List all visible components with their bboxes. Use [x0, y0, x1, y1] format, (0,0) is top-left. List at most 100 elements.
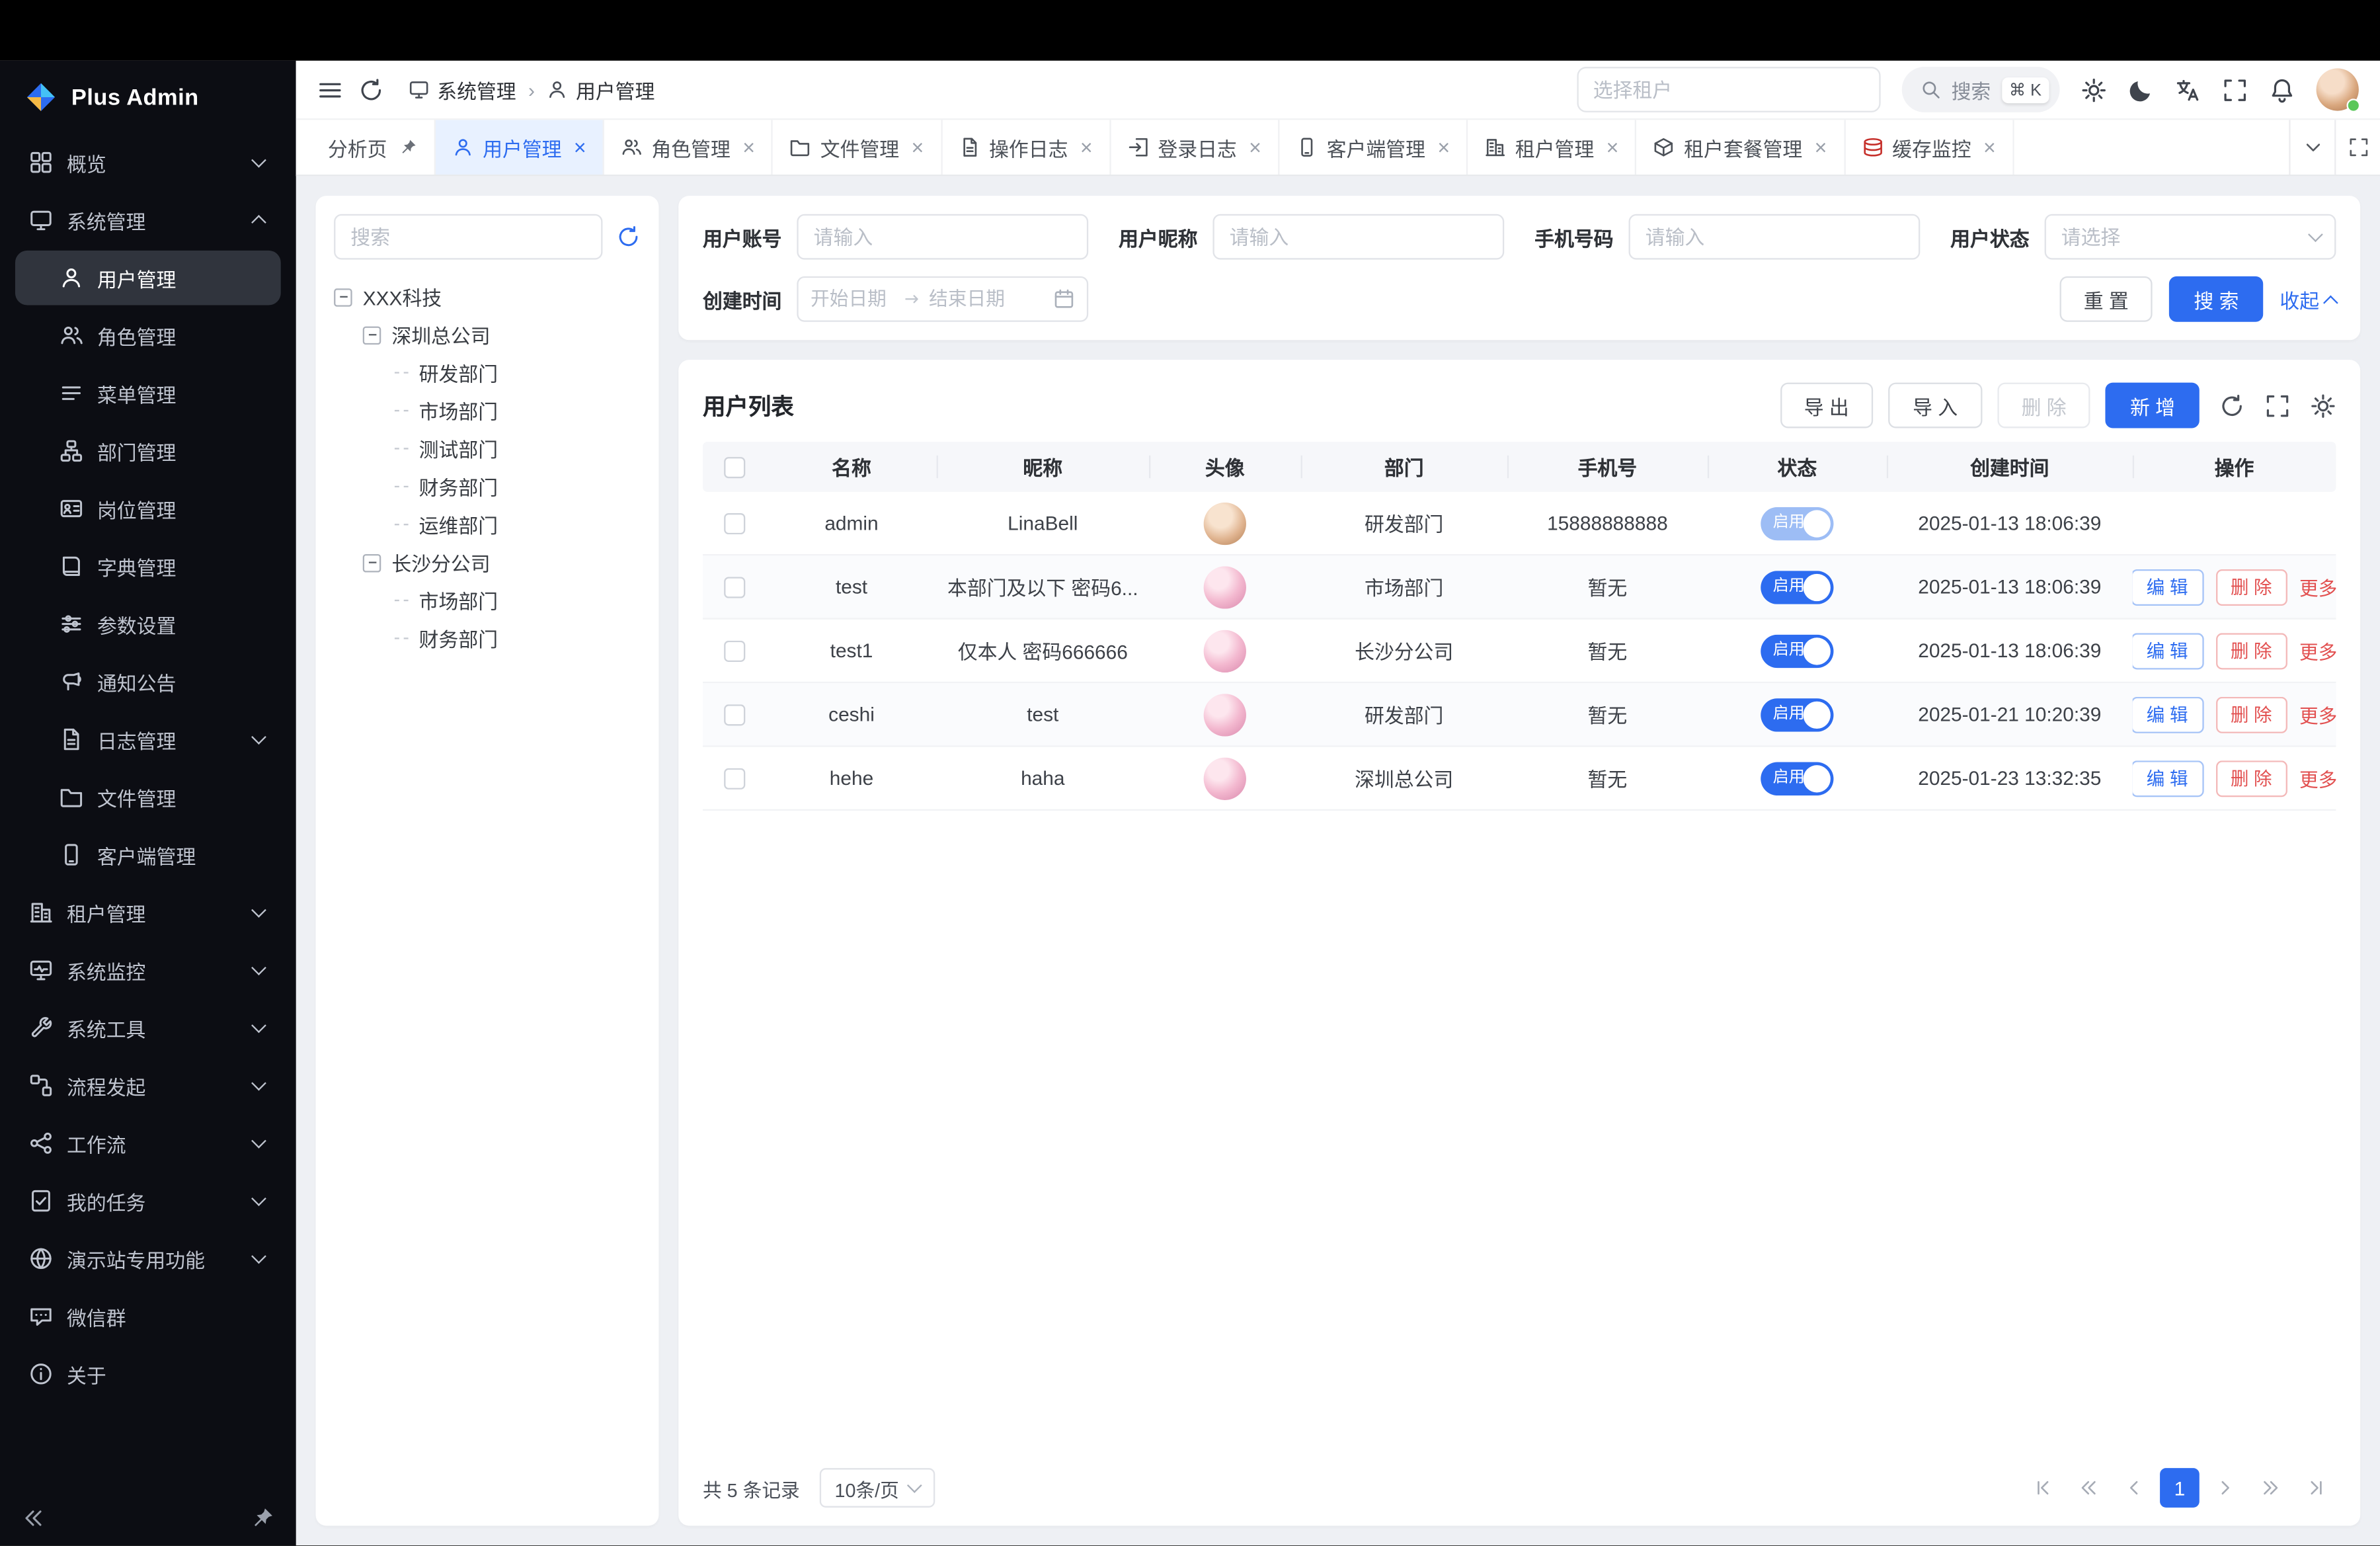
sidebar-item[interactable]: 我的任务	[15, 1174, 281, 1229]
tenant-select-input[interactable]	[1576, 67, 1880, 112]
settings-icon[interactable]	[2081, 77, 2107, 102]
department-search-input[interactable]	[334, 214, 602, 260]
user-avatar[interactable]	[1204, 757, 1246, 799]
pagination-next-button[interactable]	[2205, 1469, 2245, 1508]
tree-collapse-icon[interactable]	[334, 288, 352, 306]
sidebar-item[interactable]: 系统监控	[15, 943, 281, 998]
sidebar-item[interactable]: 流程发起	[15, 1058, 281, 1113]
select-all-checkbox[interactable]	[724, 456, 745, 477]
tab-close-icon[interactable]: ×	[1080, 137, 1093, 158]
column-header[interactable]: 创建时间	[1887, 442, 2133, 492]
column-header[interactable]: 操作	[2133, 442, 2336, 492]
translate-icon[interactable]	[2175, 77, 2201, 102]
sidebar-item[interactable]: 菜单管理	[15, 366, 281, 421]
row-checkbox[interactable]	[724, 576, 745, 597]
sidebar-item[interactable]: 演示站专用功能	[15, 1231, 281, 1286]
tab[interactable]: 用户管理 ×	[436, 120, 604, 175]
delete-button[interactable]: 删 除	[2215, 569, 2287, 605]
sidebar-item[interactable]: 系统管理	[15, 193, 281, 248]
sidebar-item[interactable]: 角色管理	[15, 308, 281, 363]
notification-bell-icon[interactable]	[2269, 77, 2295, 102]
status-toggle[interactable]: 启用	[1761, 698, 1833, 731]
sidebar-item[interactable]: 用户管理	[15, 251, 281, 305]
table-settings-icon[interactable]	[2310, 392, 2336, 418]
export-button[interactable]: 导 出	[1780, 383, 1873, 428]
tree-collapse-icon[interactable]	[363, 553, 381, 572]
more-button[interactable]: 更多	[2299, 700, 2336, 729]
tab[interactable]: 文件管理 ×	[774, 120, 942, 175]
sidebar-item[interactable]: 系统工具	[15, 1000, 281, 1055]
sidebar-collapse-icon[interactable]	[21, 1506, 46, 1531]
menu-collapse-icon[interactable]	[317, 77, 343, 102]
row-checkbox[interactable]	[724, 768, 745, 789]
tree-node[interactable]: 研发部门	[334, 354, 641, 391]
edit-button[interactable]: 编 辑	[2133, 760, 2203, 796]
more-button[interactable]: 更多	[2299, 764, 2336, 793]
tree-node[interactable]: 市场部门	[334, 391, 641, 429]
tree-collapse-icon[interactable]	[363, 325, 381, 344]
tree-node[interactable]: 测试部门	[334, 430, 641, 468]
pagination-last-button[interactable]	[2297, 1469, 2336, 1508]
status-toggle[interactable]: 启用	[1761, 634, 1833, 668]
dark-mode-icon[interactable]	[2128, 77, 2154, 102]
column-header[interactable]: 名称	[766, 442, 936, 492]
status-select[interactable]	[2045, 214, 2336, 260]
sidebar-item[interactable]: 字典管理	[15, 539, 281, 594]
user-avatar[interactable]	[1204, 630, 1246, 672]
column-header[interactable]: 部门	[1301, 442, 1507, 492]
date-range-picker[interactable]	[797, 276, 1088, 322]
tree-node[interactable]: 财务部门	[334, 468, 641, 505]
sidebar-item[interactable]: 通知公告	[15, 655, 281, 710]
sidebar-pin-icon[interactable]	[251, 1506, 275, 1531]
more-button[interactable]: 更多	[2299, 573, 2336, 602]
sidebar-item[interactable]: 客户端管理	[15, 827, 281, 882]
status-toggle[interactable]: 启用	[1761, 761, 1833, 795]
nickname-input[interactable]	[1212, 214, 1504, 260]
table-fullscreen-icon[interactable]	[2265, 392, 2291, 418]
tab[interactable]: 分析页	[311, 120, 436, 175]
sidebar-item[interactable]: 文件管理	[15, 770, 281, 825]
tree-node[interactable]: 财务部门	[334, 620, 641, 657]
search-button[interactable]: 搜 索	[2170, 276, 2263, 322]
more-button[interactable]: 更多	[2299, 636, 2336, 665]
tree-refresh-icon[interactable]	[616, 225, 641, 249]
delete-button[interactable]: 删 除	[2215, 696, 2287, 733]
tab-close-icon[interactable]: ×	[1606, 137, 1619, 158]
tab[interactable]: 租户套餐管理 ×	[1637, 120, 1845, 175]
table-refresh-icon[interactable]	[2219, 392, 2245, 418]
tree-node[interactable]: 运维部门	[334, 506, 641, 544]
tab-pin-icon[interactable]	[399, 138, 418, 157]
row-checkbox[interactable]	[724, 640, 745, 661]
user-avatar[interactable]	[1204, 693, 1246, 735]
reset-button[interactable]: 重 置	[2059, 276, 2153, 322]
edit-button[interactable]: 编 辑	[2133, 632, 2203, 669]
tree-node[interactable]: 市场部门	[334, 581, 641, 619]
tab-close-icon[interactable]: ×	[1249, 137, 1261, 158]
column-header[interactable]: 手机号	[1507, 442, 1708, 492]
edit-button[interactable]: 编 辑	[2133, 696, 2203, 733]
tab-close-icon[interactable]: ×	[1437, 137, 1450, 158]
user-avatar[interactable]	[1204, 502, 1246, 544]
tab-close-icon[interactable]: ×	[1815, 137, 1827, 158]
delete-selected-button[interactable]: 删 除	[1997, 383, 2090, 428]
sidebar-item[interactable]: 租户管理	[15, 885, 281, 940]
sidebar-item[interactable]: 部门管理	[15, 424, 281, 479]
tab[interactable]: 缓存监控 ×	[1845, 120, 2014, 175]
pagination-next-group-button[interactable]	[2251, 1469, 2291, 1508]
sidebar-item[interactable]: 日志管理	[15, 712, 281, 767]
sidebar-item[interactable]: 概览	[15, 135, 281, 190]
pagination-prev-button[interactable]	[2114, 1469, 2154, 1508]
collapse-filters-button[interactable]: 收起	[2280, 284, 2336, 313]
tab-close-icon[interactable]: ×	[574, 137, 586, 158]
end-date-input[interactable]	[929, 288, 1014, 309]
tree-node[interactable]: 深圳总公司	[334, 316, 641, 354]
global-search-button[interactable]: 搜索 ⌘ K	[1901, 67, 2060, 112]
user-avatar[interactable]	[1204, 565, 1246, 608]
delete-button[interactable]: 删 除	[2215, 760, 2287, 796]
tab[interactable]: 租户管理 ×	[1468, 120, 1637, 175]
tab-close-icon[interactable]: ×	[742, 137, 755, 158]
sidebar-item[interactable]: 微信群	[15, 1289, 281, 1344]
breadcrumb-item[interactable]: 用户管理	[547, 75, 654, 104]
pagination-page-1[interactable]: 1	[2160, 1469, 2200, 1508]
sidebar-item[interactable]: 工作流	[15, 1116, 281, 1171]
